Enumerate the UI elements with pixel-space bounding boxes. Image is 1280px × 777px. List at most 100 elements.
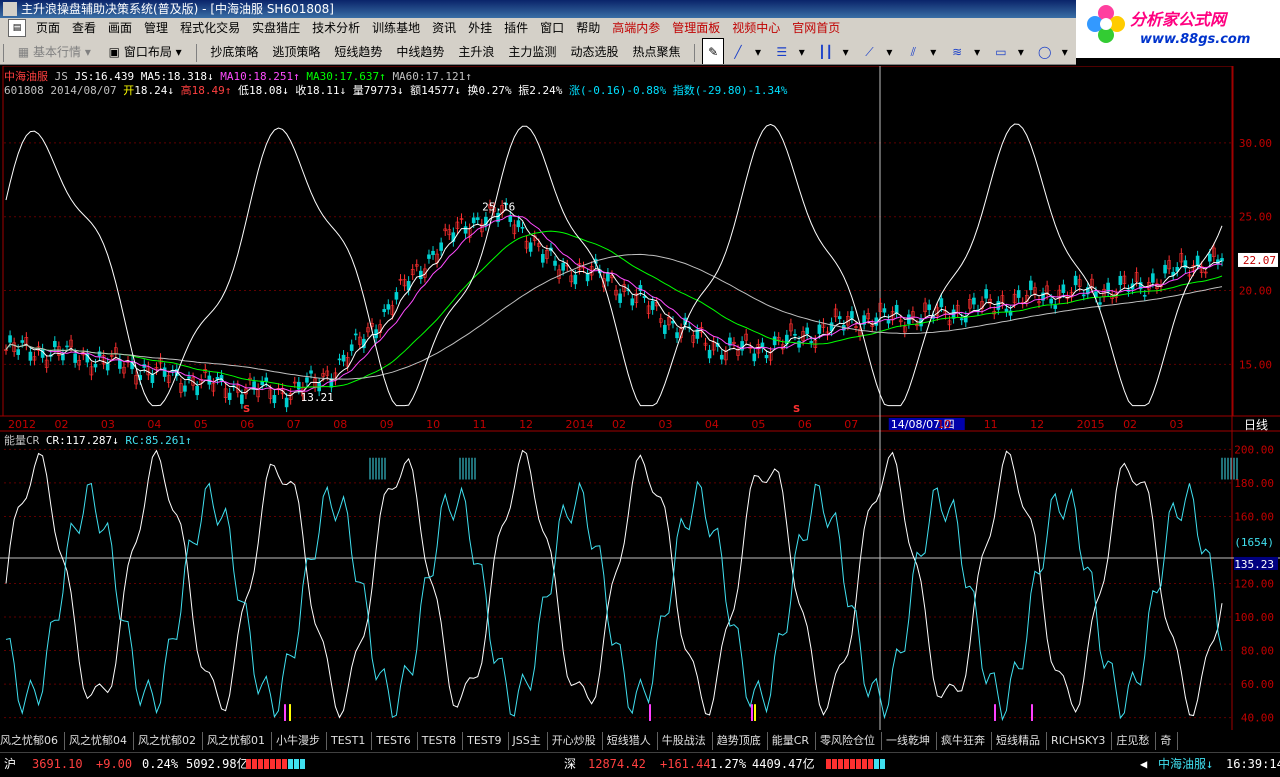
period-label[interactable]: 日线 [1244,418,1268,432]
dropdown-arrow-icon[interactable]: ▾ [748,39,768,64]
candle-body [927,304,931,311]
indicator-tab[interactable]: 趋势顶底 [717,732,768,750]
menu-item[interactable]: 实盘猎庄 [246,18,306,38]
dropdown-arrow-icon[interactable]: ▾ [967,39,987,64]
vertical-lines-icon[interactable]: ┃┃ [816,39,836,64]
cr-tick-label: 100.00 [1234,611,1274,624]
time-tick-label: 12 [519,418,533,431]
candle-body [1151,273,1155,283]
fan-lines-icon[interactable]: ⟋ [859,39,879,64]
price-pane-frame [2,66,1234,417]
channel-icon[interactable]: ⫽ [903,39,923,64]
sh-change: +9.00 [96,757,133,771]
indicator-tab[interactable]: 风之忧郁04 [69,732,134,750]
candle-body [394,292,399,300]
indicator-tab[interactable]: 奇 [1160,732,1179,750]
document-icon[interactable]: ▤ [8,19,26,37]
rectangle-icon[interactable]: ▭ [991,39,1011,64]
time-tick-label: 02 [612,418,626,431]
strategy-button[interactable]: 中线趋势 [389,39,451,64]
indicator-tab[interactable]: 零风险仓位 [820,732,883,750]
strategy-button[interactable]: 逃顶策略 [265,39,327,64]
strategy-button[interactable]: 短线趋势 [327,39,389,64]
menu-item-highlight[interactable]: 视频中心 [726,18,786,38]
candle-body [650,300,655,310]
candle-body [984,289,988,299]
candle-body [772,336,777,346]
candle-body [471,217,476,224]
menu-item[interactable]: 插件 [498,18,534,38]
candle-body [53,341,57,348]
menu-item[interactable]: 训练基地 [366,18,426,38]
candle-body [195,386,199,396]
draw-tool-icon[interactable]: ✎ [702,38,725,64]
dropdown-arrow-icon[interactable]: ▾ [923,39,943,64]
dropdown-arrow-icon[interactable]: ▾ [1055,39,1075,64]
speaker-icon[interactable]: ◀ [1140,753,1147,775]
menu-item[interactable]: 页面 [30,18,66,38]
menu-item[interactable]: 外挂 [462,18,498,38]
menu-item[interactable]: 资讯 [426,18,462,38]
time-tick-label: 2012 [8,418,36,431]
candle-body [272,395,277,404]
indicator-tab[interactable]: 疯牛狂奔 [941,732,993,750]
basic-quote-button[interactable]: ▦ 基本行情 ▾ [11,39,98,64]
last-price-label: 22.07 [1243,254,1276,267]
indicator-tab[interactable]: RICHSKY3 [1051,732,1113,750]
ellipse-icon[interactable]: ◯ [1035,39,1055,64]
indicator-tab[interactable]: 风之忧郁01 [207,732,272,750]
line-tool-icon[interactable]: ╱ [728,39,748,64]
candle-body [1081,294,1086,297]
indicator-tab[interactable]: TEST1 [331,732,373,750]
strategy-button[interactable]: 主力监测 [501,39,563,64]
time-tick-label: 02 [54,418,68,431]
candle-body [419,270,423,279]
candle-body [541,254,545,263]
menu-item[interactable]: 画面 [102,18,138,38]
strategy-button[interactable]: 抄底策略 [203,39,265,64]
stock-chart[interactable]: 30.00 25.00 20.00 15.00 22.07 2012 02 03 04 05 06 0… [0,66,1280,732]
dropdown-arrow-icon[interactable]: ▾ [836,39,856,64]
parallel-lines-icon[interactable]: ☰ [772,39,792,64]
time-tick-label: 05 [751,418,765,431]
indicator-tab[interactable]: TEST9 [467,732,509,750]
window-layout-button[interactable]: ▣ 窗口布局 ▾ [102,39,189,64]
indicator-tab[interactable]: 一线乾坤 [886,732,938,750]
strategy-button[interactable]: 主升浪 [451,39,501,64]
strategy-button[interactable]: 热点聚焦 [625,39,687,64]
menu-item-highlight[interactable]: 官网首页 [786,18,846,38]
time-tick-label: 04 [705,418,719,431]
indicator-tab[interactable]: 风之忧郁06 [0,732,65,750]
indicator-tab[interactable]: 能量CR [772,732,817,750]
buy-signal-mark: S [243,404,251,415]
indicator-tab[interactable]: 风之忧郁02 [138,732,203,750]
indicator-tab[interactable]: 庄见愁 [1116,732,1157,750]
indicator-tab[interactable]: 短线猎人 [607,732,658,750]
hatch-icon[interactable]: ≋ [947,39,967,64]
indicator-tab[interactable]: TEST8 [422,732,464,750]
dropdown-arrow-icon[interactable]: ▾ [879,39,899,64]
indicator-tab[interactable]: 短线精品 [996,732,1048,750]
menu-item[interactable]: 帮助 [570,18,606,38]
dropdown-arrow-icon[interactable]: ▾ [1011,39,1031,64]
indicator-tab[interactable]: 牛股战法 [662,732,713,750]
indicator-tab[interactable]: TEST6 [376,732,418,750]
indicator-tab[interactable]: JSS主 [513,732,548,750]
status-stock[interactable]: 中海油服↓ [1158,753,1213,775]
menu-item[interactable]: 查看 [66,18,102,38]
candle-body [1004,308,1009,313]
candle-body [475,217,480,220]
indicator-tab[interactable]: 小牛漫步 [276,732,327,750]
sz-change: +161.44 [660,757,711,771]
menu-item-highlight[interactable]: 高端内参 [606,18,666,38]
indicator-tab[interactable]: 开心炒股 [552,732,603,750]
dropdown-arrow-icon[interactable]: ▾ [792,39,812,64]
candle-body [227,392,232,400]
strategy-button[interactable]: 动态选股 [563,39,625,64]
menu-item[interactable]: 窗口 [534,18,570,38]
menu-item[interactable]: 管理 [138,18,174,38]
menu-item[interactable]: 技术分析 [306,18,366,38]
menu-item[interactable]: 程式化交易 [174,18,246,38]
status-bar: 沪 3691.10 +9.00 0.24% 5092.98亿 深 12874.4… [0,752,1280,777]
menu-item-highlight[interactable]: 管理面板 [666,18,726,38]
